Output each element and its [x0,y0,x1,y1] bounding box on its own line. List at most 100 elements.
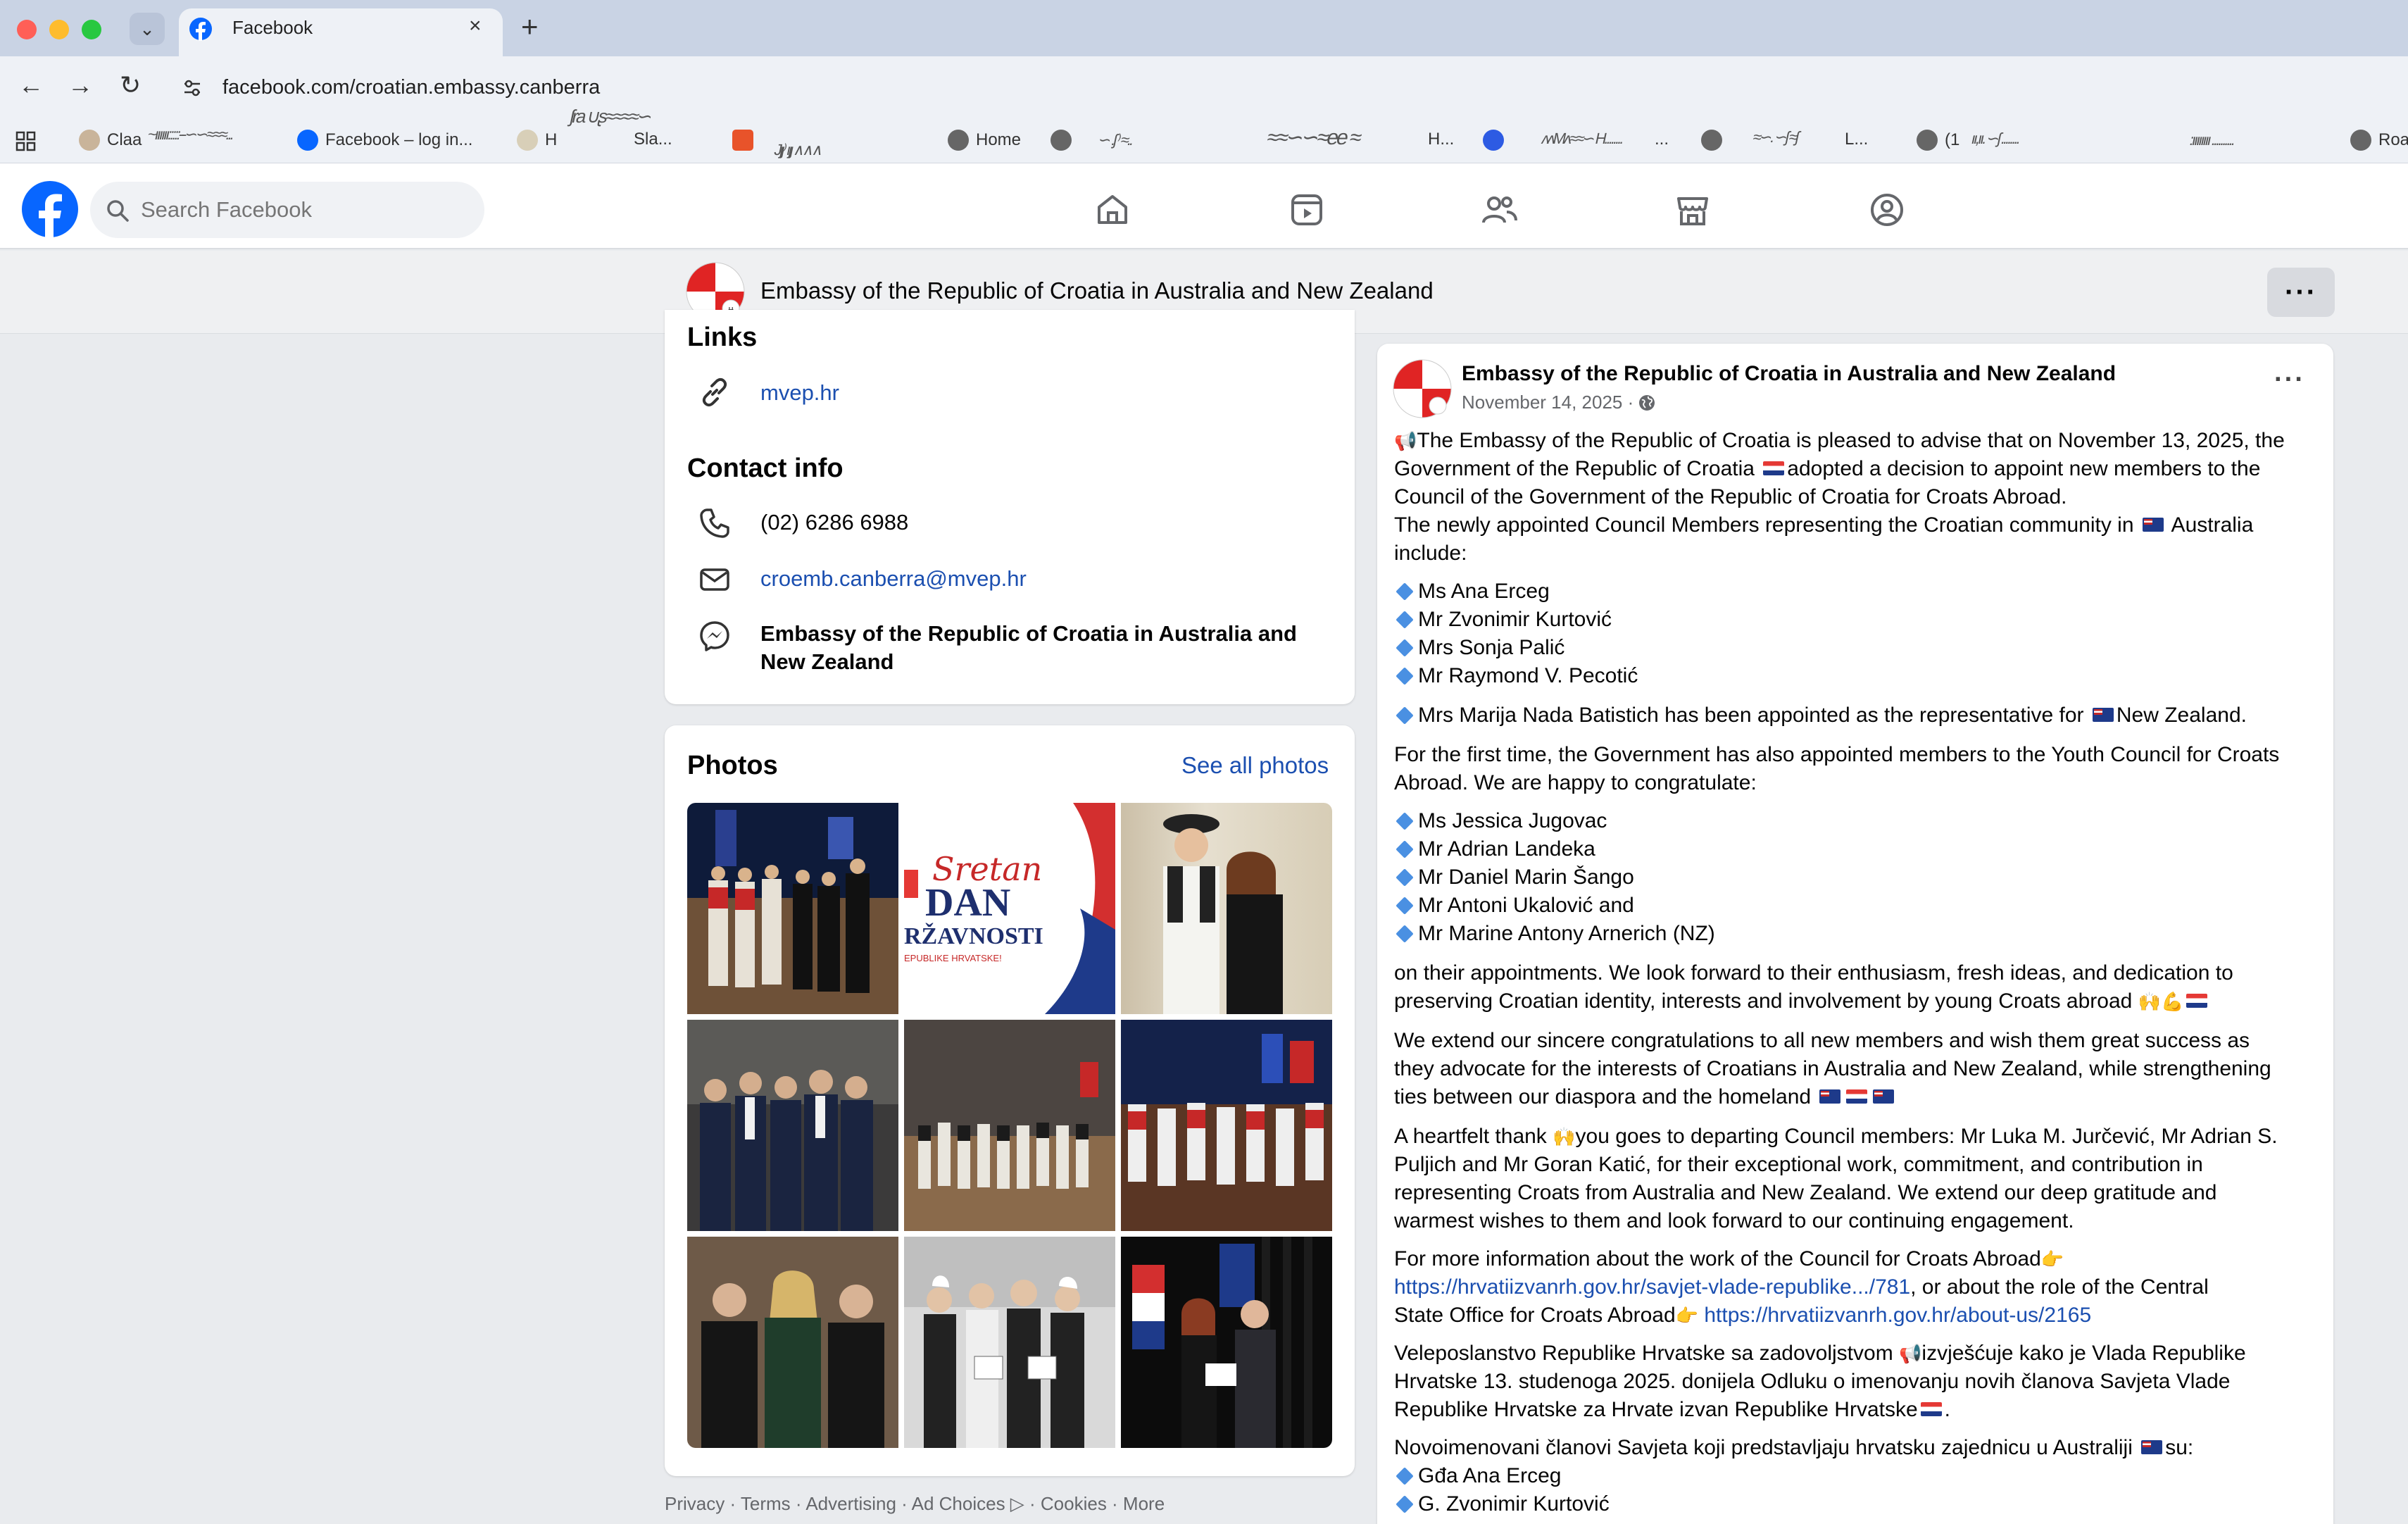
pointing-hand-emoji: 👉 [2040,1249,2064,1270]
post-options-button[interactable]: ··· [2274,366,2305,393]
photo-thumbnail[interactable] [1121,1237,1332,1448]
maximize-window-button[interactable] [82,20,101,39]
bookmark-item[interactable]: H... [1428,130,1454,149]
messenger-name-line2[interactable]: New Zealand [760,649,894,675]
bookmark-facebook[interactable]: Facebook – log in... [297,130,472,151]
post-text: Council of the Government of the Republi… [1394,485,2067,508]
new-tab-button[interactable]: + [521,10,539,44]
close-window-button[interactable] [17,20,37,39]
post-text: Mrs Marija Nada Batistich has been appoi… [1418,704,2090,727]
post-paragraph: The newly appointed Council Members repr… [1394,511,2309,539]
footer-links[interactable]: Privacy · Terms · Advertising · Ad Choic… [665,1493,1165,1515]
messenger-name-line1[interactable]: Embassy of the Republic of Croatia in Au… [760,621,1297,647]
bookmark-item[interactable]: L... [1845,130,1868,149]
email-link[interactable]: croemb.canberra@mvep.hr [760,566,1027,592]
blue-diamond-icon [1396,811,1414,830]
bookmark-item[interactable] [1051,130,1072,151]
croatia-flag-icon [1920,1402,1942,1417]
photos-heading: Photos [687,751,778,780]
apps-grid-icon[interactable] [15,131,37,152]
croatia-flag-icon [1846,1089,1868,1104]
new-zealand-flag-icon [1873,1089,1895,1104]
photo-thumbnail[interactable] [687,1237,898,1448]
address-bar[interactable]: facebook.com/croatian.embassy.canberra [222,76,600,99]
bookmark-item[interactable] [732,130,753,151]
phone-icon [700,508,729,538]
redacted-bookmark-scribble: Jȷȷ⁾ ıȷȷ ∧∧∧ [772,141,824,158]
page-title[interactable]: Embassy of the Republic of Croatia in Au… [760,277,1434,304]
tab-search-button[interactable]: ⌄ [130,13,165,45]
state-office-link[interactable]: https://hrvatiizvanrh.gov.hr/about-us/21… [1704,1304,2091,1327]
post-date-text: November 14, 2025 · [1462,392,1634,413]
redacted-bookmark-scribble: ʃra ∪ʂ≈≈≈≈∽ [567,106,653,127]
redacted-bookmark-scribble: ∽ .ʃ ⁾ ≈.. [1096,131,1134,149]
bookmark-item[interactable]: Claa [79,130,142,151]
post-text: adopted a decision to appoint new member… [1787,457,2261,480]
forward-button[interactable]: → [68,70,93,100]
photo-thumbnail[interactable] [904,1020,1115,1231]
photo-thumbnail[interactable] [687,1020,898,1231]
search-icon [107,200,129,222]
post-paragraph: Government of the Republic of Croatia ad… [1394,455,2309,483]
post-text: For more information about the work of t… [1394,1247,2041,1270]
post-text: State Office for Croats Abroad [1394,1304,1676,1327]
search-input[interactable] [141,190,472,230]
photo-thumbnail[interactable] [687,803,898,1014]
blue-diamond-icon [1396,1494,1414,1513]
council-info-link[interactable]: https://hrvatiizvanrh.gov.hr/savjet-vlad… [1394,1275,1910,1299]
bookmark-label: Claa [107,130,142,149]
post-paragraph: Novoimenovani članovi Savjeta koji preds… [1394,1434,2309,1462]
bookmark-item[interactable]: ... [1655,130,1669,149]
post-author-avatar[interactable] [1393,359,1452,418]
bookmark-item[interactable] [1483,130,1504,151]
back-button[interactable]: ← [18,70,44,100]
bookmark-item[interactable]: Sla... [634,130,672,149]
list-item: Ms Ana Erceg [1394,577,2309,606]
australia-flag-icon [1819,1089,1841,1104]
post-timestamp[interactable]: November 14, 2025 · [1462,392,1656,413]
link-icon [702,377,727,407]
youth-member: Ms Jessica Jugovac [1418,809,1607,832]
home-icon[interactable] [1094,192,1131,228]
facebook-logo-icon[interactable] [21,180,79,238]
globe-public-icon [1639,394,1655,411]
post-text: Government of the Republic of Croatia [1394,457,1761,480]
council-member: Gđa Ana Erceg [1418,1464,1562,1487]
megaphone-emoji: 📢 [1899,1343,1922,1364]
photo-thumbnail[interactable] [1121,1020,1332,1231]
site-settings-icon[interactable] [182,77,203,99]
blue-diamond-icon [1396,839,1414,858]
bookmark-home[interactable]: Home [948,130,1021,151]
post-paragraph: For more information about the work of t… [1394,1245,2309,1273]
bookmark-item[interactable]: H [517,130,557,151]
bookmark-item[interactable]: (1 [1917,130,1959,151]
minimize-window-button[interactable] [49,20,69,39]
see-all-photos-link[interactable]: See all photos [1181,752,1329,779]
bookmark-label: (1 [1945,130,1960,149]
friends-icon[interactable] [1481,192,1518,228]
website-link[interactable]: mvep.hr [760,380,839,406]
post-author-name[interactable]: Embassy of the Republic of Croatia in Au… [1462,362,2116,386]
video-icon[interactable] [1288,192,1325,228]
marketplace-icon[interactable] [1674,192,1711,228]
bookmark-label: Roa [2378,130,2408,149]
reload-button[interactable]: ↻ [120,70,141,100]
youth-member: Mr Adrian Landeka [1418,837,1595,861]
tab-close-icon[interactable]: × [469,14,482,38]
browser-tab-facebook[interactable] [179,8,503,56]
profile-groups-icon[interactable] [1869,192,1905,228]
post-text: izvješćuje kako je Vlada Republike [1921,1342,2246,1365]
list-item: Mr Antoni Ukalović and [1394,892,2309,920]
contact-info-heading: Contact info [687,454,844,483]
council-member: Ms Ana Erceg [1418,580,1550,603]
page-more-button[interactable]: ··· [2267,268,2335,317]
bookmark-item[interactable] [1701,130,1722,151]
tab-title: Facebook [232,17,313,38]
new-zealand-flag-icon [2092,708,2114,723]
post-paragraph: ties between our diaspora and the homela… [1394,1083,2309,1111]
photo-thumbnail[interactable]: Sretan DAN RŽAVNOSTI EPUBLIKE HRVATSKE! [904,803,1115,1014]
blue-diamond-icon [1396,638,1414,657]
photo-thumbnail[interactable] [904,1237,1115,1448]
bookmark-item[interactable]: Roa [2350,130,2408,151]
photo-thumbnail[interactable] [1121,803,1332,1014]
